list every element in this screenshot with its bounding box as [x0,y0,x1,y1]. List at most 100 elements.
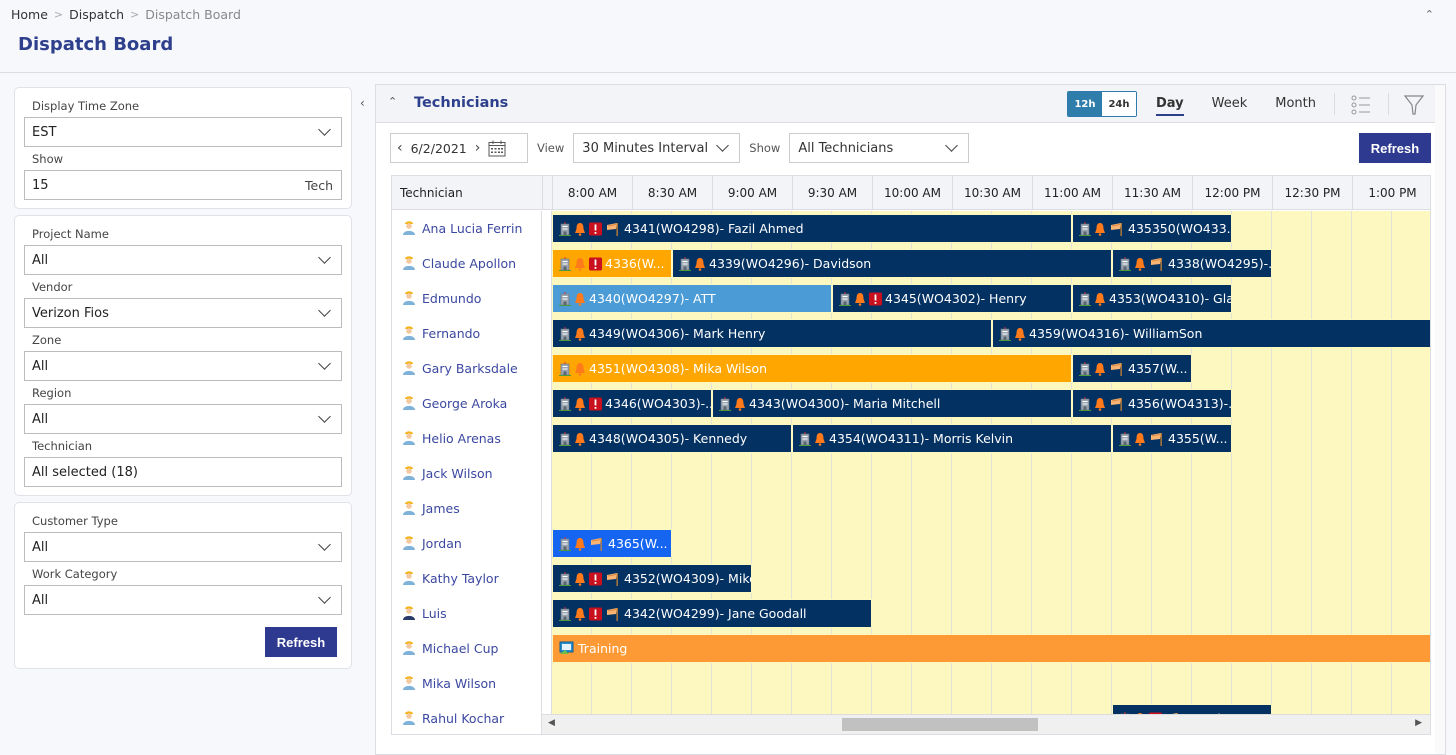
filters-refresh-button[interactable]: Refresh [265,627,337,657]
project-select[interactable]: All [24,245,342,275]
chevron-down-icon [318,304,331,317]
bell-icon [1094,292,1106,306]
work-order-event[interactable]: 4349(WO4306)- Mark Henry [552,319,992,348]
customer-type-select[interactable]: All [24,532,342,562]
board-refresh-button[interactable]: Refresh [1359,133,1431,163]
collapse-header-icon[interactable]: ⌃ [1425,8,1434,21]
work-order-event[interactable]: 4348(WO4305)- Kennedy [552,424,792,453]
12h-button[interactable]: 12h [1068,92,1102,116]
breadcrumb-home[interactable]: Home [11,7,48,22]
breadcrumb-dispatch[interactable]: Dispatch [69,7,124,22]
timezone-select[interactable]: EST [24,117,342,147]
technician-name[interactable]: Fernando [392,316,542,351]
24h-button[interactable]: 24h [1102,92,1136,116]
next-day-icon[interactable]: › [475,140,481,156]
bell-icon [574,327,586,341]
work-order-event[interactable]: 4336(W... [552,249,672,278]
scrollbar-thumb[interactable] [842,718,1038,731]
work-order-event[interactable]: 4356(WO4313)-... [1072,389,1232,418]
time-slots[interactable]: 4340(WO4297)- ATT 4345(WO4302)- Henry 4353… [552,281,1430,316]
technician-name[interactable]: Claude Apollon [392,246,542,281]
work-order-event[interactable]: 4346(WO4303)-... [552,389,712,418]
header-gap [542,176,552,210]
time-slots[interactable]: 4349(WO4306)- Mark Henry 4359(WO4316)- Wi… [552,316,1430,351]
region-value: All [32,411,49,427]
scroll-right-icon[interactable]: ▶ [1415,718,1422,728]
region-select[interactable]: All [24,404,342,434]
work-order-event[interactable]: 4345(WO4302)- Henry [832,284,1072,313]
work-order-event[interactable]: 4342(WO4299)- Jane Goodall [552,599,872,628]
time-slots[interactable] [552,456,1430,491]
event-label: 4346(WO4303)-... [605,396,712,411]
technician-name[interactable]: Gary Barksdale [392,351,542,386]
technician-name[interactable]: Mika Wilson [392,666,542,701]
work-order-event[interactable]: 4353(WO4310)- Gla... [1072,284,1232,313]
time-slots[interactable] [552,666,1430,701]
time-slots[interactable]: 4346(WO4303)-... 4343(WO4300)- Maria Mitc… [552,386,1430,421]
tab-day[interactable]: Day [1156,96,1184,116]
chevron-down-icon [716,139,730,152]
time-slots[interactable]: 4336(W... 4339(WO4296)- Davidson 4338(WO42… [552,246,1430,281]
technician-name[interactable]: Rahul Kochar [392,701,542,734]
building-icon [559,326,571,341]
technician-name[interactable]: Jordan [392,526,542,561]
work-order-event[interactable]: 4340(WO4297)- ATT [552,284,832,313]
time-slots[interactable] [552,491,1430,526]
interval-select[interactable]: 30 Minutes Interval [573,133,741,163]
work-order-event[interactable]: 4338(WO4295)-... [1112,249,1272,278]
zone-select[interactable]: All [24,351,342,381]
work-order-event[interactable]: 4351(WO4308)- Mika Wilson [552,354,1072,383]
work-category-label: Work Category [32,567,118,581]
flag-icon [589,537,605,551]
technician-name[interactable]: Jack Wilson [392,456,542,491]
work-order-event[interactable]: 4365(W... [552,529,672,558]
list-icon[interactable] [1351,95,1371,115]
technician-name[interactable]: Michael Cup [392,631,542,666]
time-slots[interactable]: 4351(WO4308)- Mika Wilson 4357(W... [552,351,1430,386]
work-order-event[interactable]: 435350(WO433... [1072,214,1232,243]
time-slots[interactable]: 4348(WO4305)- Kennedy 4354(WO4311)- Morri… [552,421,1430,456]
work-order-event[interactable]: 4357(W... [1072,354,1192,383]
scroll-left-icon[interactable]: ◀ [548,718,555,728]
vertical-scrollbar[interactable] [1435,85,1445,754]
work-order-event[interactable]: 4355(W... [1112,424,1232,453]
filter-icon[interactable] [1404,94,1424,116]
training-event[interactable]: Training [552,634,1430,663]
work-order-event[interactable]: 4354(WO4311)- Morris Kelvin [792,424,1112,453]
technician-name[interactable]: Luis [392,596,542,631]
event-label: 4355(W... [1168,431,1228,446]
person-icon [402,569,416,588]
vendor-select[interactable]: Verizon Fios [24,298,342,328]
technician-name[interactable]: James [392,491,542,526]
show-count-input[interactable]: 15 Tech [24,170,342,200]
technician-name[interactable]: Kathy Taylor [392,561,542,596]
technician-name[interactable]: George Aroka [392,386,542,421]
show-label: Show [32,152,64,166]
technician-multiselect[interactable]: All selected (18) [24,457,342,487]
technician-name[interactable]: Helio Arenas [392,421,542,456]
work-category-select[interactable]: All [24,585,342,615]
time-slots[interactable]: Training [552,631,1430,666]
time-slots[interactable]: 4365(W... [552,526,1430,561]
prev-day-icon[interactable]: ‹ [397,140,403,156]
tab-month[interactable]: Month [1275,96,1316,116]
technician-filter-select[interactable]: All Technicians [789,133,970,163]
work-order-event[interactable]: 4343(WO4300)- Maria Mitchell [712,389,1072,418]
work-order-event[interactable]: 4339(WO4296)- Davidson [672,249,1112,278]
time-slots[interactable]: 4342(WO4299)- Jane Goodall [552,596,1430,631]
time-slots[interactable]: 4352(WO4309)- Mike [552,561,1430,596]
tab-week[interactable]: Week [1212,96,1248,116]
calendar-icon[interactable] [488,140,506,157]
technician-row: Gary Barksdale 4351(WO4308)- Mika Wilson 4… [392,351,1430,386]
date-picker[interactable]: ‹ 6/2/2021 › [390,133,528,163]
horizontal-scrollbar[interactable]: ◀ ▶ [542,714,1430,734]
time-slots[interactable]: 4341(WO4298)- Fazil Ahmed 435350(WO433... [552,211,1430,246]
work-order-event[interactable]: 4341(WO4298)- Fazil Ahmed [552,214,1072,243]
collapse-panel-icon[interactable]: ⌃ [388,95,397,108]
work-order-event[interactable]: 4359(WO4316)- WilliamSon [992,319,1430,348]
technician-name[interactable]: Ana Lucia Ferrin [392,211,542,246]
work-order-event[interactable]: 4352(WO4309)- Mike [552,564,752,593]
technician-name[interactable]: Edmundo [392,281,542,316]
collapse-sidebar-icon[interactable]: ‹ [360,96,365,110]
building-icon [559,606,571,621]
